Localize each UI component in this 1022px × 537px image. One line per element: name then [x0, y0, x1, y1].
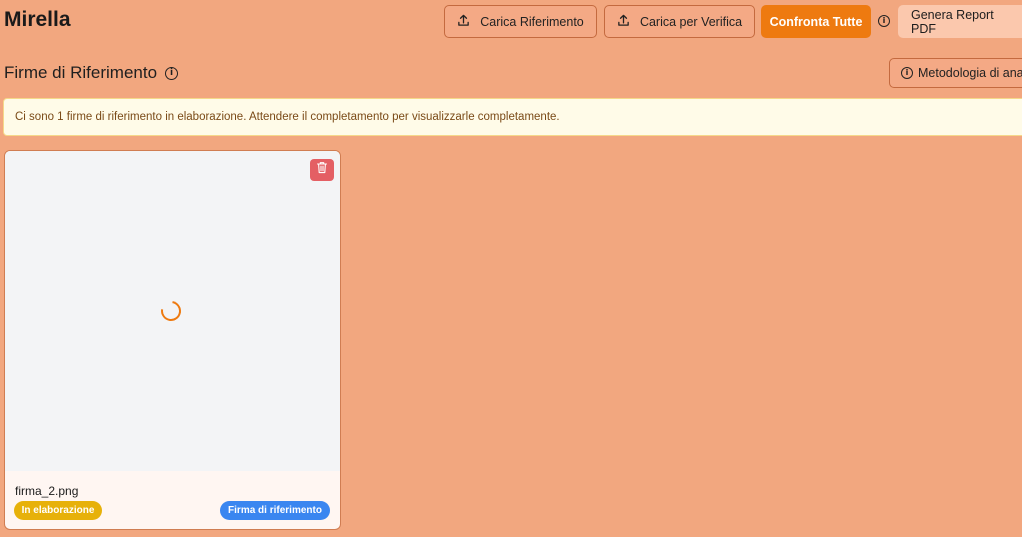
- info-icon: i: [901, 67, 913, 79]
- upload-icon: [457, 14, 470, 30]
- type-badge: Firma di riferimento: [220, 501, 330, 520]
- info-icon[interactable]: i: [878, 15, 890, 27]
- generate-report-button[interactable]: Genera Report PDF: [898, 5, 1022, 38]
- delete-button[interactable]: [310, 159, 334, 181]
- signature-preview: [5, 151, 340, 471]
- section-heading: Firme di Riferimento i: [4, 63, 179, 83]
- app-title: Mirella: [4, 8, 71, 31]
- upload-reference-button[interactable]: Carica Riferimento: [444, 5, 597, 38]
- compare-all-label: Confronta Tutte: [769, 14, 863, 29]
- trash-icon: [316, 161, 328, 179]
- compare-all-button[interactable]: Confronta Tutte: [761, 5, 871, 38]
- file-name: firma_2.png: [15, 484, 79, 498]
- upload-verify-label: Carica per Verifica: [639, 14, 743, 29]
- section-title: Firme di Riferimento: [4, 63, 158, 82]
- notice-text: Ci sono 1 firme di riferimento in elabor…: [15, 111, 560, 123]
- methodology-label: Metodologia di analisi: [918, 66, 1022, 80]
- generate-report-label: Genera Report PDF: [911, 7, 994, 36]
- spinner-icon: [157, 297, 185, 325]
- status-badge: In elaborazione: [14, 501, 102, 520]
- upload-icon: [617, 14, 630, 30]
- methodology-button[interactable]: i Metodologia di analisi: [889, 58, 1022, 88]
- upload-verify-button[interactable]: Carica per Verifica: [604, 5, 755, 38]
- signature-card[interactable]: firma_2.png In elaborazione Firma di rif…: [4, 150, 341, 530]
- processing-notice: Ci sono 1 firme di riferimento in elabor…: [3, 98, 1022, 136]
- info-icon[interactable]: i: [165, 66, 179, 80]
- upload-reference-label: Carica Riferimento: [480, 14, 584, 29]
